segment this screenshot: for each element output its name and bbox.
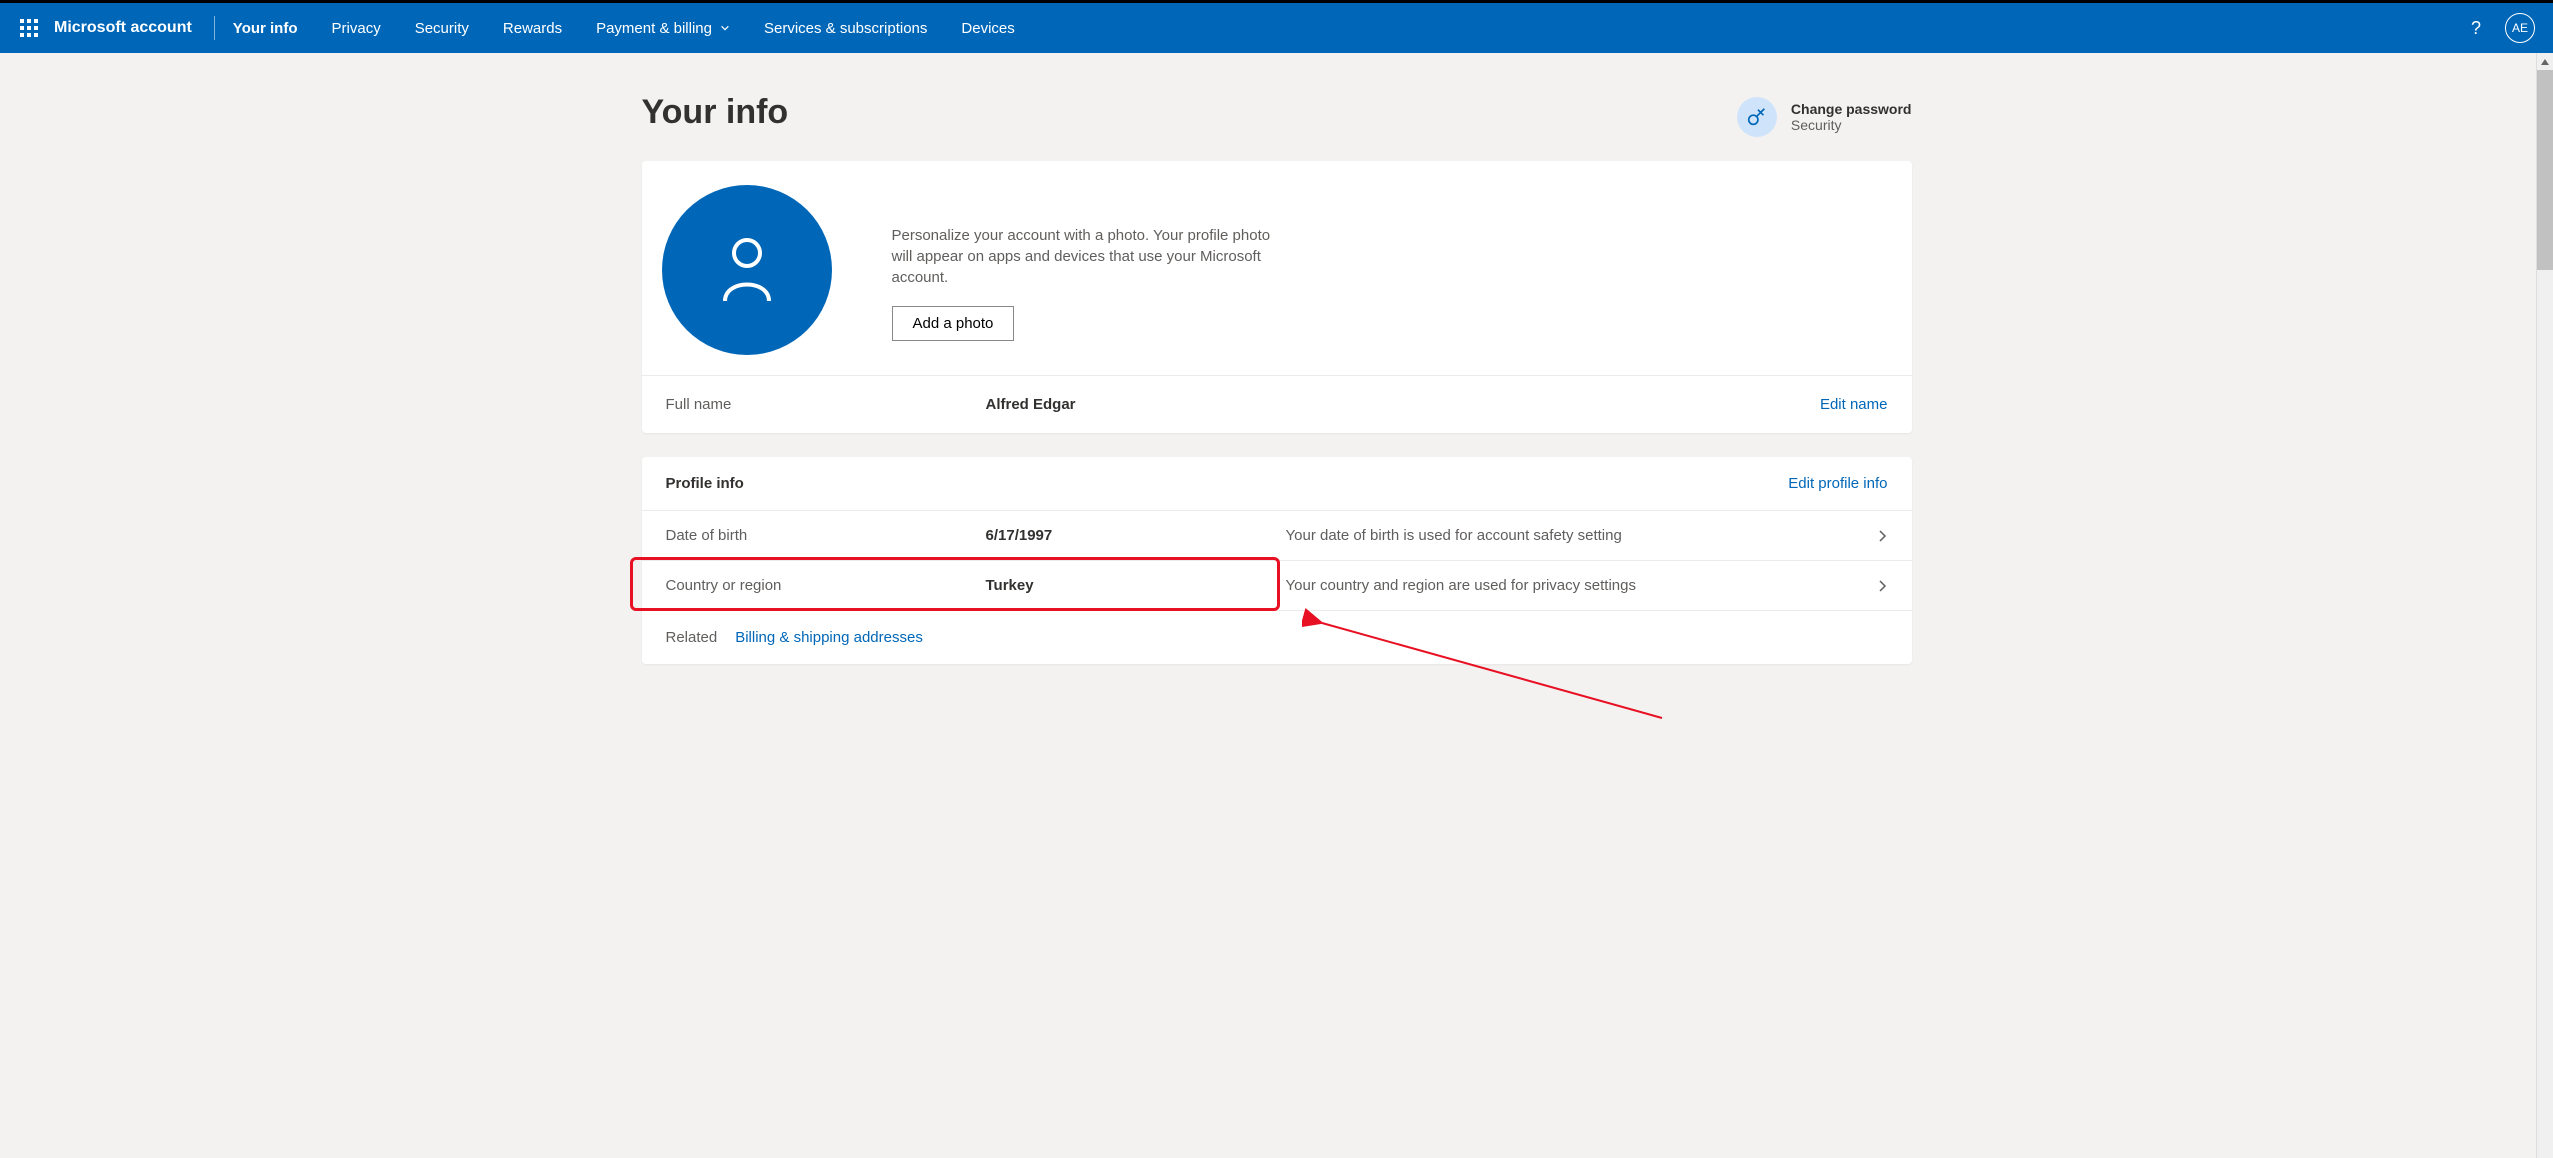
photo-description: Personalize your account with a photo. Y… (892, 225, 1282, 288)
full-name-label: Full name (666, 396, 986, 413)
chevron-down-icon (720, 23, 730, 33)
main-nav: Your info Privacy Security Rewards Payme… (233, 20, 1015, 37)
change-password-sub: Security (1791, 117, 1912, 133)
page-content: Your info Change password Security (642, 53, 1912, 694)
profile-avatar (662, 185, 832, 355)
nav-your-info[interactable]: Your info (233, 20, 298, 37)
change-password-title: Change password (1791, 101, 1912, 117)
brand-link[interactable]: Microsoft account (54, 19, 208, 37)
nav-security[interactable]: Security (415, 20, 469, 37)
dob-value: 6/17/1997 (986, 527, 1286, 544)
add-photo-button[interactable]: Add a photo (892, 306, 1015, 341)
profile-info-card: Profile info Edit profile info Date of b… (642, 457, 1912, 664)
full-name-value: Alfred Edgar (986, 396, 1076, 413)
country-region-row[interactable]: Country or region Turkey Your country an… (642, 560, 1912, 610)
edit-name-link[interactable]: Edit name (1820, 396, 1888, 413)
chevron-right-icon (1876, 529, 1888, 543)
related-label: Related (666, 629, 718, 646)
person-icon (717, 235, 777, 305)
header: Microsoft account Your info Privacy Secu… (0, 3, 2553, 53)
nav-rewards[interactable]: Rewards (503, 20, 562, 37)
edit-profile-info-link[interactable]: Edit profile info (1788, 475, 1887, 492)
country-label: Country or region (666, 577, 986, 594)
help-icon[interactable]: ? (2471, 18, 2481, 39)
nav-services-subscriptions[interactable]: Services & subscriptions (764, 20, 927, 37)
date-of-birth-row[interactable]: Date of birth 6/17/1997 Your date of bir… (642, 510, 1912, 560)
divider (214, 16, 215, 40)
related-row: Related Billing & shipping addresses (642, 610, 1912, 664)
nav-privacy[interactable]: Privacy (332, 20, 381, 37)
key-icon (1737, 97, 1777, 137)
dob-desc: Your date of birth is used for account s… (1286, 527, 1860, 544)
profile-info-title: Profile info (666, 475, 744, 492)
chevron-right-icon (1876, 579, 1888, 593)
country-value: Turkey (986, 577, 1286, 594)
page-title: Your info (642, 93, 789, 132)
country-desc: Your country and region are used for pri… (1286, 577, 1860, 594)
scroll-up-button[interactable] (2537, 53, 2553, 70)
avatar[interactable]: AE (2505, 13, 2535, 43)
nav-payment-billing[interactable]: Payment & billing (596, 20, 730, 37)
nav-devices[interactable]: Devices (961, 20, 1014, 37)
app-launcher-icon[interactable] (20, 19, 38, 37)
scrollbar-thumb[interactable] (2537, 70, 2553, 270)
dob-label: Date of birth (666, 527, 986, 544)
scrollbar[interactable] (2536, 53, 2553, 1158)
billing-addresses-link[interactable]: Billing & shipping addresses (735, 629, 923, 646)
change-password-link[interactable]: Change password Security (1737, 97, 1912, 137)
photo-card: Personalize your account with a photo. Y… (642, 161, 1912, 433)
full-name-row: Full name Alfred Edgar Edit name (642, 375, 1912, 433)
